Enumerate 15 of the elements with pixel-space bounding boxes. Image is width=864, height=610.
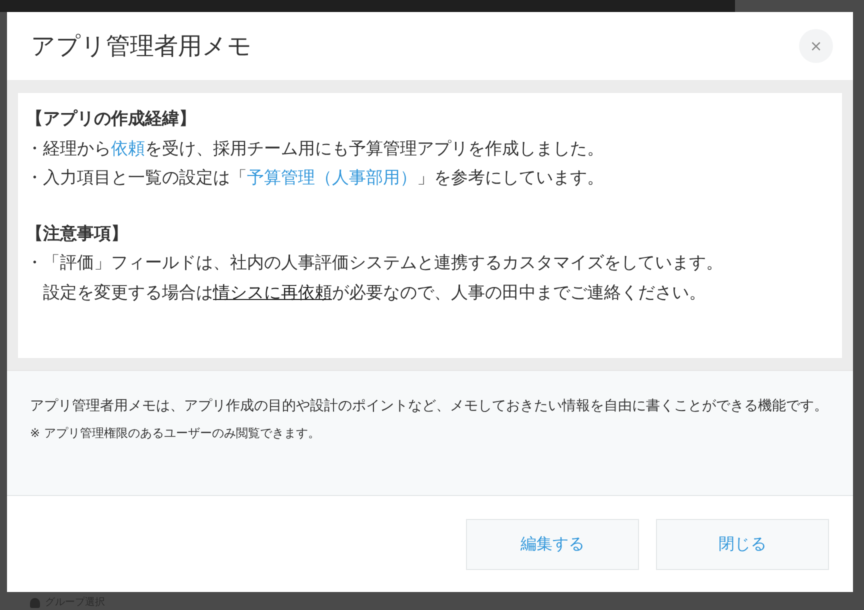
dialog-button[interactable]: 閉じる — [656, 518, 829, 570]
memo-line: ・「評価」フィールドは、社内の人事評価システムと連携するカスタマイズをしています。 — [26, 252, 724, 275]
section-heading: 【アプリの作成経緯】 — [26, 108, 197, 131]
description-text: アプリ管理者用メモは、アプリ作成の目的や設計のポイントなど、メモしておきたい情報を自由に書くことができる機能です。 — [30, 397, 829, 416]
close-button[interactable]: × — [799, 29, 833, 63]
memo-line: 設定を変更する場合は情シスに再依頼が必要なので、人事の田中までご連絡ください。 — [42, 282, 707, 304]
link[interactable]: 依頼 — [111, 138, 145, 158]
dialog-button[interactable]: 編集する — [466, 518, 639, 570]
permission-note: ※ アプリ管理権限のあるユーザーのみ閲覧できます。 — [30, 425, 321, 442]
dialog-title: アプリ管理者用メモ — [31, 31, 252, 62]
link[interactable]: 予算管理（人事部用） — [247, 168, 417, 188]
section-heading: 【注意事項】 — [26, 222, 129, 246]
link[interactable]: 情シスに再依頼 — [213, 282, 332, 302]
memo-line: ・入力項目と一覧の設定は「予算管理（人事部用）」を参考にしています。 — [26, 167, 605, 190]
memo-line: ・経理から依頼を受け、採用チーム用にも予算管理アプリを作成しました。 — [26, 138, 605, 160]
